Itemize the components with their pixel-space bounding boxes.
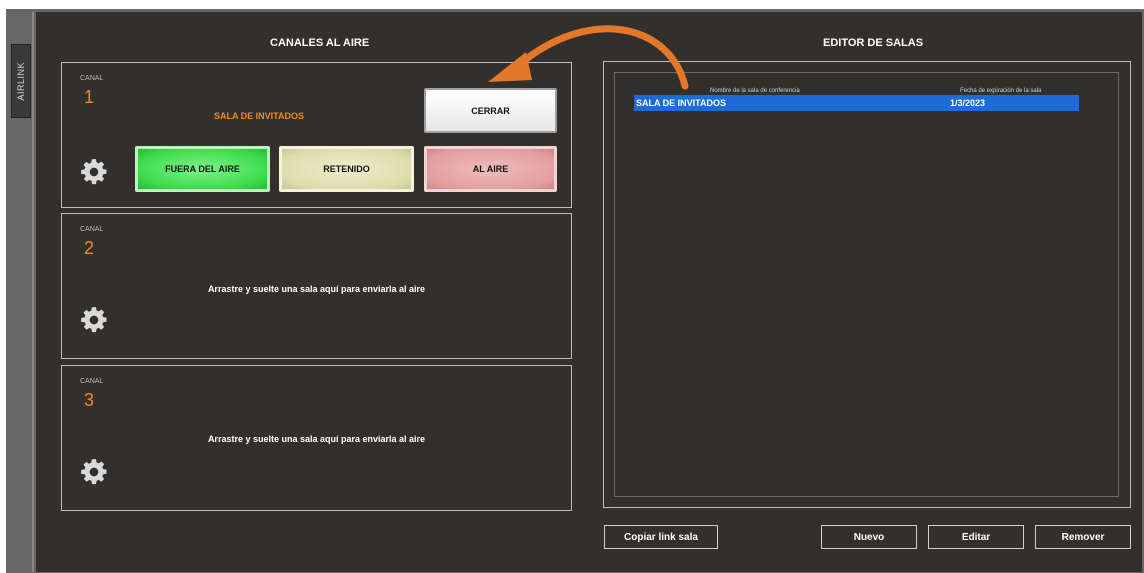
channels-panel-title: CANALES AL AIRE — [270, 37, 370, 49]
channel-room-name: SALA DE INVITADOS — [214, 111, 305, 121]
sidebar-tab-label: AIRLINK — [16, 61, 26, 101]
channel-label: CANAL — [80, 378, 104, 385]
remove-room-button[interactable]: Remover — [1035, 525, 1131, 549]
off-air-button[interactable]: FUERA DEL AIRE — [135, 146, 270, 192]
column-header-room-name[interactable]: Nombre de la sala de conferencia — [710, 88, 800, 94]
channel-number: 1 — [84, 87, 95, 107]
column-header-expiration[interactable]: Fecha de expiración de la sala — [960, 88, 1041, 94]
sidebar-tab-airlink[interactable]: AIRLINK — [11, 44, 31, 118]
room-editor-panel: Nombre de la sala de conferencia Fecha d… — [603, 61, 1131, 508]
sidebar-divider — [32, 12, 34, 572]
copy-room-link-button[interactable]: Copiar link sala — [604, 525, 718, 549]
table-row[interactable]: SALA DE INVITADOS 1/3/2023 — [634, 95, 1079, 111]
on-air-button[interactable]: AL AIRE — [424, 146, 557, 192]
gear-icon[interactable] — [80, 458, 108, 486]
channel-number: 2 — [84, 238, 95, 258]
room-editor-title: EDITOR DE SALAS — [823, 37, 924, 49]
new-room-button[interactable]: Nuevo — [821, 525, 917, 549]
curved-arrow-icon — [488, 25, 689, 90]
channel-label: CANAL — [80, 75, 104, 82]
close-button[interactable]: CERRAR — [424, 88, 557, 133]
room-name-cell: SALA DE INVITADOS — [636, 98, 727, 108]
drop-hint: Arrastre y suelte una sala aquí para env… — [207, 284, 426, 294]
drop-hint: Arrastre y suelte una sala aquí para env… — [207, 434, 426, 444]
channel-2-panel[interactable]: CANAL 2 Arrastre y suelte una sala aquí … — [61, 213, 572, 359]
channel-3-panel[interactable]: CANAL 3 Arrastre y suelte una sala aquí … — [61, 365, 572, 511]
gear-icon[interactable] — [80, 158, 108, 186]
channel-number: 3 — [84, 390, 95, 410]
expiration-cell: 1/3/2023 — [950, 98, 986, 108]
edit-room-button[interactable]: Editar — [928, 525, 1024, 549]
room-list[interactable]: Nombre de la sala de conferencia Fecha d… — [614, 72, 1119, 497]
channel-label: CANAL — [80, 226, 104, 233]
hold-button[interactable]: RETENIDO — [279, 146, 414, 192]
gear-icon[interactable] — [80, 306, 108, 334]
